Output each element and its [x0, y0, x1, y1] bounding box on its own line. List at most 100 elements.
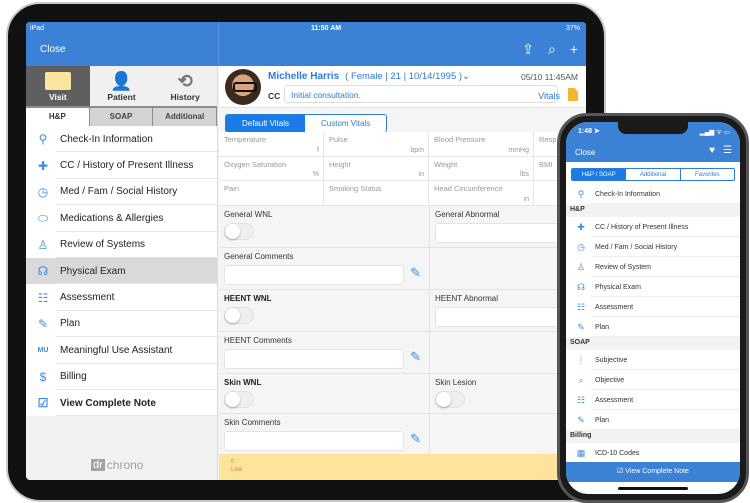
- phone-item-cc-hpi[interactable]: ✚ CC / History of Present Illness: [566, 217, 740, 237]
- menu-item-assessment[interactable]: ☷ Assessment: [26, 284, 217, 312]
- menu-item-label: Physical Exam: [60, 265, 126, 277]
- history-icon: ⟲: [177, 70, 193, 91]
- menu-item-view-note[interactable]: ☑ View Complete Note: [26, 390, 217, 417]
- ipad-device: iPad 11:50 AM 37% Close ⇪ ⌕ + Visit 👤 Pa: [6, 2, 606, 502]
- phone-item-physical-exam[interactable]: ☊ Physical Exam: [566, 277, 740, 297]
- add-icon[interactable]: +: [570, 41, 578, 58]
- general-wnl-toggle[interactable]: [224, 223, 254, 240]
- menu-item-check-in[interactable]: ⚲ Check-In Information: [26, 126, 217, 153]
- vital-height[interactable]: Height in: [324, 156, 429, 181]
- view-complete-note-button[interactable]: ☑ View Complete Note: [566, 462, 740, 482]
- vital-unit: %: [312, 171, 319, 178]
- phone-tab-hp-soap[interactable]: H&P / SOAP: [572, 169, 627, 180]
- vital-temperature[interactable]: Temperature f: [219, 132, 324, 157]
- menu-item-label: Meaningful Use Assistant: [60, 344, 173, 356]
- list-item-label: Review of System: [595, 263, 652, 271]
- vital-name: Weight: [434, 159, 458, 169]
- vital-name: Pulse: [329, 135, 348, 144]
- clipboard-icon: ☷: [576, 394, 586, 405]
- general-wnl-label: General WNL: [224, 210, 273, 219]
- vital-unit: lbs: [520, 171, 529, 178]
- menu-item-mu-assistant[interactable]: MU Meaningful Use Assistant: [26, 337, 217, 364]
- search-icon[interactable]: ⌕: [548, 41, 556, 58]
- vital-pulse[interactable]: Pulse bpm: [324, 132, 429, 157]
- heart-pulse-icon[interactable]: ♥: [709, 145, 715, 156]
- phone-item-icd10[interactable]: ▦ ICD-10 Codes: [566, 443, 740, 463]
- phone-tab-favorites[interactable]: Favorites: [681, 169, 734, 180]
- menu-item-label: Check-In Information: [60, 133, 153, 145]
- ipad-screen: iPad 11:50 AM 37% Close ⇪ ⌕ + Visit 👤 Pa: [26, 22, 586, 480]
- vitals-grid: Temperature f Pulse bpm Blood Pressure mmHg…: [219, 132, 586, 206]
- patient-name-row[interactable]: Michelle Harris ( Female | 21 | 10/14/199…: [268, 71, 470, 82]
- menu-item-cc-hpi[interactable]: ✚ CC / History of Present Illness: [26, 152, 217, 180]
- pen-icon: ✎: [577, 414, 585, 425]
- document-icon[interactable]: [568, 88, 578, 101]
- vital-oxygen[interactable]: Oxygen Saturation%: [219, 156, 324, 181]
- vital-name: Blood Pressure: [434, 135, 486, 144]
- nav-history[interactable]: ⟲ History: [153, 66, 218, 106]
- cc-input[interactable]: Initial consultation.: [284, 85, 558, 103]
- vital-smoking[interactable]: Smoking Status: [324, 181, 429, 206]
- heent-wnl-label: HEENT WNL: [224, 294, 272, 303]
- tab-default-vitals[interactable]: Default Vitals: [226, 115, 305, 132]
- visit-datetime: 05/10 11:45AM: [520, 72, 578, 82]
- skin-lesion-toggle[interactable]: [435, 391, 465, 408]
- phone-item-check-in[interactable]: ⚲ Check-In Information: [566, 184, 740, 204]
- vitals-link[interactable]: Vitals: [538, 91, 560, 101]
- heent-wnl-toggle[interactable]: [224, 307, 254, 324]
- heent-comments-input[interactable]: [224, 349, 404, 369]
- nav-divider: [218, 22, 219, 66]
- nav-visit[interactable]: Visit: [26, 66, 90, 106]
- menu-item-billing[interactable]: $ Billing: [26, 364, 217, 391]
- phone-tab-additional[interactable]: Additional: [626, 169, 681, 180]
- pencil-icon[interactable]: ✎: [410, 349, 421, 365]
- phone-section-soap: SOAP: [566, 337, 740, 350]
- skin-wnl-toggle[interactable]: [224, 391, 254, 408]
- phone-tabs: H&P / SOAP Additional Favorites: [571, 168, 735, 181]
- phone-item-ros[interactable]: ♙ Review of System: [566, 257, 740, 277]
- tab-additional[interactable]: Additional: [153, 108, 217, 126]
- patient-list-icon[interactable]: ☰: [723, 145, 732, 156]
- phone-item-soap-assessment[interactable]: ☷ Assessment: [566, 390, 740, 410]
- list-item-label: Plan: [595, 416, 610, 424]
- skin-comments-input[interactable]: [224, 431, 404, 451]
- tab-custom-vitals[interactable]: Custom Vitals: [305, 115, 387, 132]
- vital-weight[interactable]: Weight lbs: [429, 156, 534, 181]
- mu-badge-icon: MU: [37, 346, 49, 354]
- list-item-label: Assessment: [595, 396, 634, 404]
- menu-item-medications[interactable]: ⬭ Medications & Allergies: [26, 205, 217, 232]
- vital-name: Oxygen Saturation: [224, 159, 287, 169]
- phone-item-soap-plan[interactable]: ✎ Plan: [566, 410, 740, 430]
- phone-item-subjective[interactable]: ❕ Subjective: [566, 350, 740, 370]
- tab-soap[interactable]: SOAP: [89, 108, 153, 126]
- line-count-bar: 0 Line: [219, 454, 586, 480]
- close-button[interactable]: Close: [40, 44, 66, 55]
- medical-cross-icon: ✚: [577, 221, 585, 232]
- menu-item-ros[interactable]: ♙ Review of Systems: [26, 232, 217, 259]
- phone-item-assessment[interactable]: ☷ Assessment: [566, 297, 740, 317]
- general-comments-input[interactable]: [224, 265, 404, 285]
- vital-blood-pressure[interactable]: Blood Pressure mmHg: [429, 132, 534, 157]
- phone-section-list: ⚲ Check-In Information H&P ✚ CC / History …: [566, 184, 740, 463]
- pencil-icon[interactable]: ✎: [410, 431, 421, 447]
- clock: 11:50 AM: [311, 25, 342, 32]
- vital-pain[interactable]: Pain: [219, 181, 324, 206]
- menu-item-plan[interactable]: ✎ Plan: [26, 311, 217, 338]
- logo-dr: dr: [91, 459, 105, 471]
- vital-unit: bpm: [410, 146, 424, 154]
- phone-item-plan[interactable]: ✎ Plan: [566, 317, 740, 337]
- phone-item-objective[interactable]: ⌕ Objective: [566, 370, 740, 390]
- phone-item-med-fam-social[interactable]: ◷ Med / Fam / Social History: [566, 237, 740, 257]
- skin-comments-label: Skin Comments: [224, 418, 281, 427]
- vital-name: Temperature: [224, 135, 267, 144]
- pen-icon: ✎: [37, 316, 49, 331]
- nav-patient[interactable]: 👤 Patient: [89, 66, 154, 106]
- phone-close-button[interactable]: Close: [575, 148, 595, 157]
- share-icon[interactable]: ⇪: [522, 41, 534, 58]
- tab-hp[interactable]: H&P: [26, 108, 89, 126]
- menu-item-physical-exam[interactable]: ☊ Physical Exam: [26, 257, 217, 285]
- menu-item-med-fam-social[interactable]: ◷ Med / Fam / Social History: [26, 179, 217, 206]
- vital-head-circ[interactable]: Head Circumference in: [429, 181, 534, 206]
- drchrono-logo: dr chrono: [91, 458, 143, 472]
- pencil-icon[interactable]: ✎: [410, 265, 421, 281]
